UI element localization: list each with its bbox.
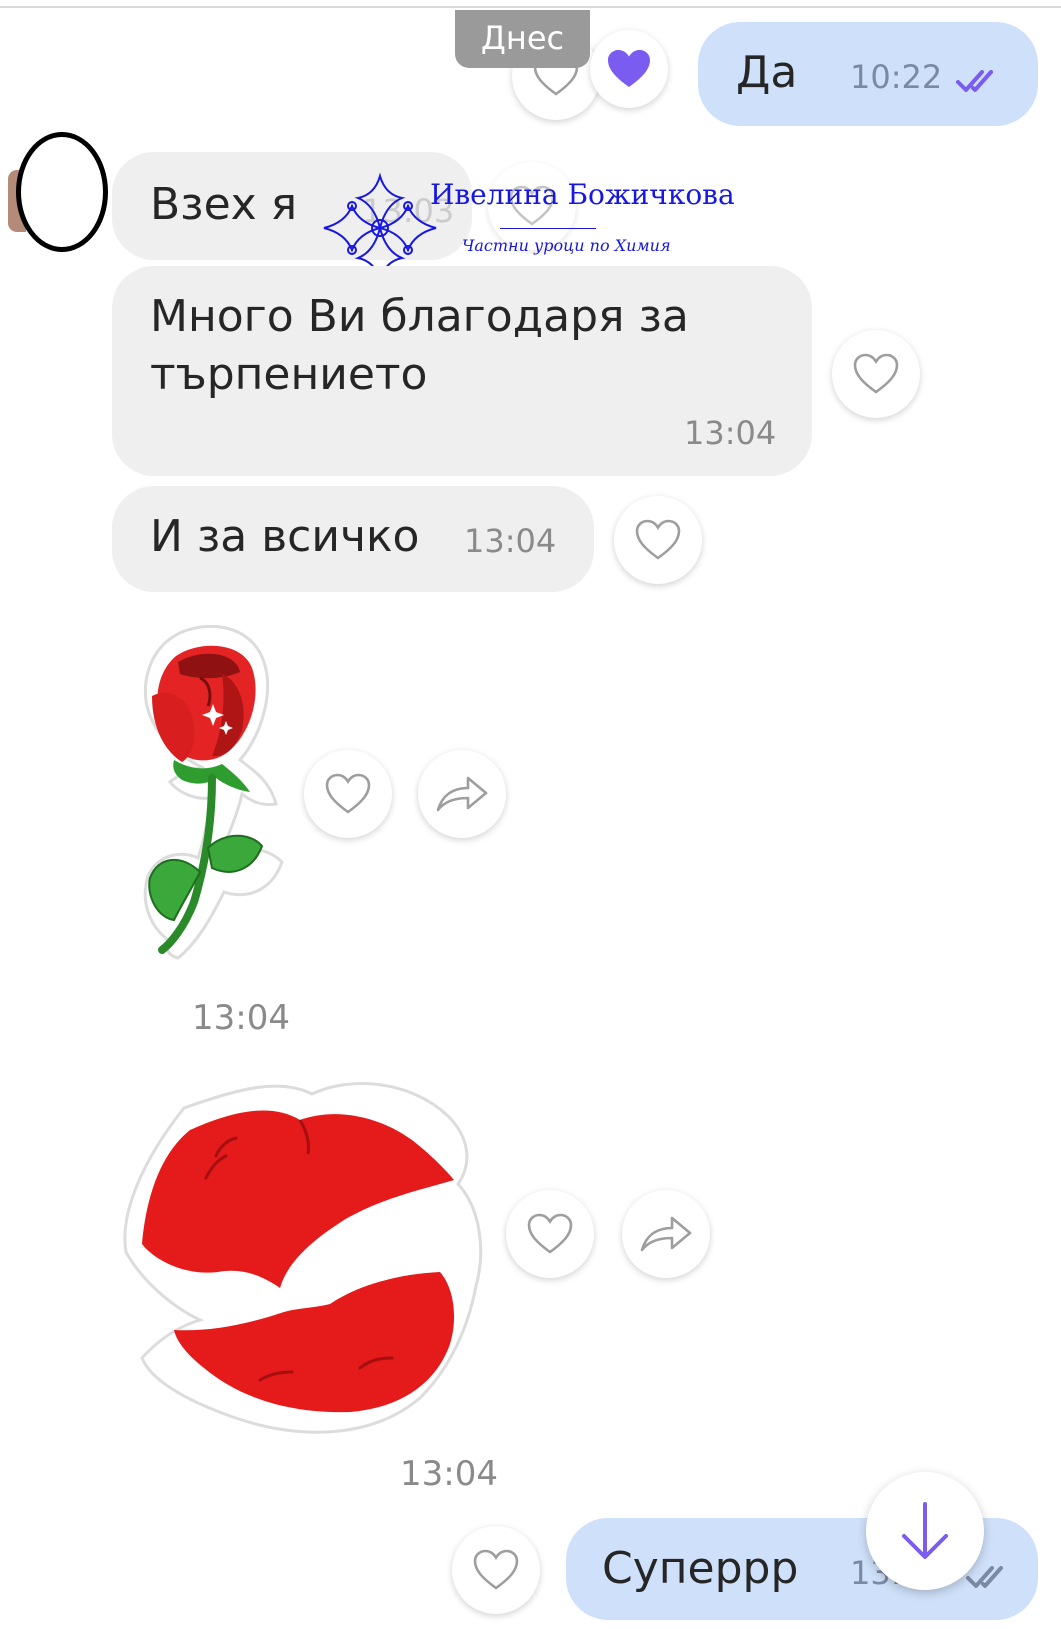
message-text: И за всичко bbox=[150, 511, 420, 562]
heart-outline-icon bbox=[473, 1549, 519, 1590]
share-button[interactable] bbox=[418, 750, 506, 838]
heart-outline-icon bbox=[325, 773, 371, 814]
message-time: 13:04 bbox=[684, 414, 777, 452]
message-time: 13:04 bbox=[192, 998, 290, 1038]
watermark-divider bbox=[500, 228, 596, 229]
message-time: 13:04 bbox=[464, 522, 557, 560]
watermark-subtitle: Частни уроци по Химия bbox=[462, 236, 671, 255]
avatar[interactable] bbox=[16, 132, 108, 252]
share-button[interactable] bbox=[622, 1190, 710, 1278]
like-button[interactable] bbox=[452, 1526, 540, 1614]
message-time: 10:22 bbox=[850, 58, 943, 96]
message-text: Суперрр bbox=[602, 1543, 799, 1594]
double-check-icon bbox=[956, 68, 1000, 98]
lips-kiss-sticker[interactable] bbox=[120, 1068, 490, 1440]
heart-outline-icon bbox=[635, 519, 681, 560]
like-button[interactable] bbox=[506, 1190, 594, 1278]
like-button[interactable] bbox=[304, 750, 392, 838]
like-button[interactable] bbox=[614, 496, 702, 584]
heart-filled-icon bbox=[608, 50, 650, 87]
heart-outline-icon bbox=[527, 1213, 573, 1254]
scroll-to-bottom-button[interactable] bbox=[866, 1472, 984, 1590]
message-bubble-incoming[interactable]: Много Ви благодаря за търпението 13:04 bbox=[112, 266, 812, 476]
arrow-down-icon bbox=[902, 1502, 948, 1559]
share-arrow-icon bbox=[640, 1216, 692, 1252]
like-button[interactable] bbox=[832, 330, 920, 418]
message-text: Взех я bbox=[150, 179, 298, 230]
top-divider bbox=[0, 6, 1061, 8]
share-arrow-icon bbox=[436, 776, 488, 812]
message-text-line: търпението bbox=[150, 349, 428, 400]
message-bubble-outgoing[interactable]: Да 10:22 bbox=[698, 22, 1038, 126]
rose-sticker[interactable] bbox=[112, 622, 292, 962]
message-text-line: Много Ви благодаря за bbox=[150, 291, 689, 342]
watermark-name: Ивелина Божичкова bbox=[430, 178, 735, 211]
heart-outline-icon bbox=[853, 353, 899, 394]
double-check-icon bbox=[966, 1564, 1010, 1594]
date-separator: Днес bbox=[455, 10, 590, 68]
message-time: 13:04 bbox=[400, 1454, 498, 1494]
liked-heart-button[interactable] bbox=[590, 30, 668, 108]
message-bubble-incoming[interactable]: И за всичко 13:04 bbox=[112, 486, 594, 592]
message-text: Да bbox=[736, 47, 798, 98]
